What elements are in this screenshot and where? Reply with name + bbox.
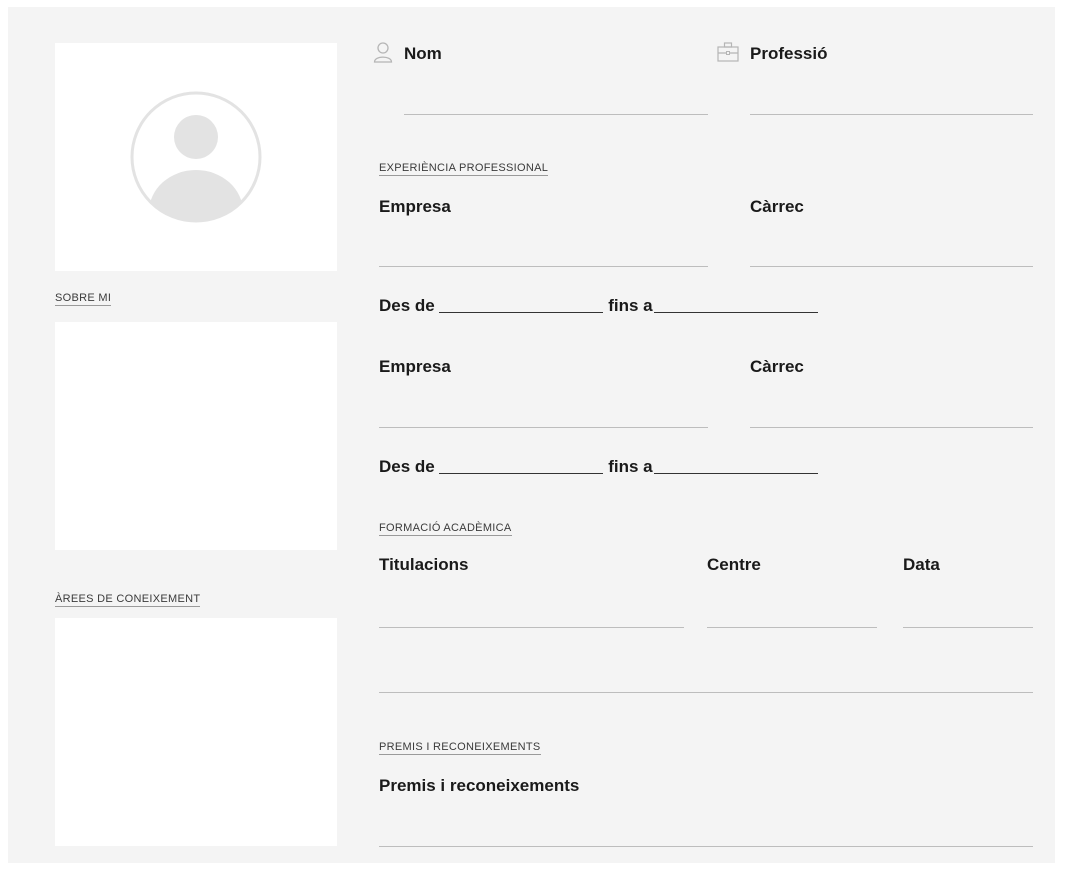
awards-input[interactable] [379, 846, 1033, 847]
to-date-input[interactable] [654, 312, 819, 313]
degrees-column-label: Titulacions [379, 555, 469, 574]
education-extra-input[interactable] [379, 692, 1033, 693]
knowledge-areas-title: ÀREES DE CONEIXEMENT [55, 593, 201, 607]
from-date-input[interactable] [439, 473, 604, 474]
about-me-title: SOBRE MI [55, 292, 112, 306]
experience-section-title: EXPERIÈNCIA PROFESSIONAL [379, 162, 549, 176]
date-range: Des de fins a [379, 457, 819, 477]
briefcase-icon [717, 42, 739, 62]
date-column-label: Data [903, 555, 940, 574]
cv-form: SOBRE MI ÀREES DE CONEIXEMENT Nom Profes… [8, 7, 1055, 863]
to-label: fins a [608, 457, 653, 476]
about-me-textbox[interactable] [55, 322, 337, 550]
from-label: Des de [379, 457, 435, 476]
position-label: Càrrec [750, 197, 804, 216]
profession-label: Professió [750, 44, 828, 63]
user-icon [373, 41, 393, 63]
position-label: Càrrec [750, 357, 804, 376]
center-column-label: Centre [707, 555, 761, 574]
profession-input[interactable] [750, 114, 1033, 115]
position-input[interactable] [750, 266, 1033, 267]
avatar-placeholder-icon [129, 90, 263, 224]
company-label: Empresa [379, 197, 451, 216]
knowledge-areas-textbox[interactable] [55, 618, 337, 846]
to-date-input[interactable] [654, 473, 819, 474]
from-date-input[interactable] [439, 312, 604, 313]
company-input[interactable] [379, 427, 708, 428]
degree-input[interactable] [379, 627, 684, 628]
center-input[interactable] [707, 627, 877, 628]
company-label: Empresa [379, 357, 451, 376]
education-section-title: FORMACIÓ ACADÈMICA [379, 522, 512, 536]
awards-section-title: PREMIS I RECONEIXEMENTS [379, 741, 541, 755]
company-input[interactable] [379, 266, 708, 267]
name-label: Nom [404, 44, 442, 63]
date-range: Des de fins a [379, 296, 819, 316]
awards-label: Premis i reconeixements [379, 776, 580, 795]
date-input[interactable] [903, 627, 1033, 628]
name-input[interactable] [404, 114, 708, 115]
to-label: fins a [608, 296, 653, 315]
position-input[interactable] [750, 427, 1033, 428]
from-label: Des de [379, 296, 435, 315]
